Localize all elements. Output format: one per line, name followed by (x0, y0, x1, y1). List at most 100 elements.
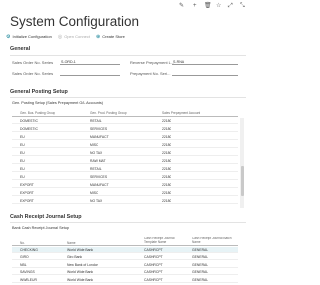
gen-prod-posting-group-cell: RETAIL (90, 119, 102, 123)
bank-no-cell[interactable]: WWB-EUR (20, 278, 37, 282)
gen-bus-posting-group-cell: DOMESTIC (20, 119, 38, 123)
sales-prepayment-account-cell[interactable]: 22180 (162, 119, 171, 123)
reverse-prepayment-field[interactable]: S-RNA (172, 59, 238, 65)
initialize-configuration-button[interactable]: ⚙ Initialize Configuration (6, 34, 52, 40)
bank-name-cell: World Wide Bank (67, 270, 94, 275)
table-row[interactable]: GIRO Giro Bank CASHRCPT GENERAL (12, 254, 238, 261)
col-gen-bus-posting-group[interactable]: Gen. Bus. Posting Group (20, 111, 55, 115)
posting-grid: Gen. Bus. Posting Group Gen. Prod. Posti… (12, 110, 238, 206)
gen-prod-posting-group-cell: MISC (90, 191, 99, 195)
gen-prod-posting-group-cell: RETAIL (90, 167, 102, 171)
sales-prepayment-account-cell[interactable]: 22180 (162, 199, 171, 203)
table-row[interactable]: EXPORT NO TAX 22180 (12, 198, 238, 204)
bank-no-cell[interactable]: CHECKING (20, 248, 38, 252)
gen-prod-posting-group-cell: SERVICES (90, 175, 108, 179)
cash-section-title: Cash Receipt Journal Setup (10, 214, 82, 220)
posting-scrollbar[interactable] (240, 118, 244, 208)
col-name[interactable]: Name (67, 241, 76, 245)
cash-grid: No. Name Cash Receipt Journal Template N… (12, 236, 238, 285)
col-no[interactable]: No. (20, 241, 25, 245)
template-name-cell: CASHRCPT (144, 270, 163, 275)
sales-prepayment-account-cell[interactable]: 22180 (162, 183, 171, 187)
sales-order-series-2-field[interactable] (60, 70, 120, 76)
sales-prepayment-account-cell[interactable]: 22180 (162, 151, 171, 155)
add-store-icon: ⊕ (96, 33, 101, 40)
sales-prepayment-account-cell[interactable]: 22180 (162, 167, 171, 171)
table-row[interactable]: SAVINGS World Wide Bank CASHRCPT GENERAL (12, 269, 238, 276)
table-row[interactable]: DOMESTIC SERVICES 22180 (12, 126, 238, 132)
collapse-icon[interactable]: ⤡ (240, 2, 245, 10)
open-connect-label: Open Connect (64, 34, 91, 39)
connect-icon: ◎ (57, 33, 63, 40)
bank-name-cell: World Wide Bank (67, 277, 94, 282)
sales-order-series-2-label: Sales Order No. Series (12, 71, 54, 76)
table-row[interactable]: EU MANUFACT 22180 (12, 134, 238, 140)
gen-bus-posting-group-cell: EXPORT (20, 191, 34, 195)
gen-bus-posting-group-cell: EU (20, 175, 25, 179)
table-row[interactable]: EXPORT MANUFACT 22180 (12, 182, 238, 188)
reverse-prepayment-label: Reverse Prepayment L... (130, 60, 175, 65)
general-divider (10, 55, 246, 56)
posting-divider (10, 97, 246, 98)
bookmark-icon[interactable]: ☆ (216, 2, 221, 10)
sales-prepayment-account-cell[interactable]: 22180 (162, 143, 171, 147)
bank-no-cell[interactable]: SAVINGS (20, 270, 35, 274)
prepayment-series-field[interactable] (172, 70, 238, 76)
table-row[interactable]: CHECKING World Wide Bank CASHRCPT GENERAL (12, 247, 238, 253)
table-row[interactable]: EU NO TAX 22180 (12, 150, 238, 156)
gen-bus-posting-group-cell: EU (20, 159, 25, 163)
bank-no-cell[interactable]: GIRO (20, 255, 29, 259)
gen-bus-posting-group-cell: EXPORT (20, 199, 34, 203)
create-store-button[interactable]: ⊕ Create Store (96, 34, 125, 40)
table-row[interactable]: EU SERVICES 22180 (12, 174, 238, 180)
gen-bus-posting-group-cell: EXPORT (20, 183, 34, 187)
page-title: System Configuration (10, 14, 140, 29)
table-row[interactable]: EU RETAIL 22180 (12, 166, 238, 172)
col-gen-prod-posting-group[interactable]: Gen. Prod. Posting Group (90, 111, 127, 115)
batch-name-cell: GENERAL (192, 270, 209, 275)
bank-name-cell: Giro Bank (67, 255, 83, 260)
table-row[interactable]: EXPORT MISC 22180 (12, 190, 238, 196)
add-icon[interactable]: + (193, 2, 197, 10)
table-row[interactable]: DOMESTIC RETAIL 22180 (12, 118, 238, 124)
delete-icon[interactable]: 🗑 (204, 2, 212, 10)
table-row[interactable]: NBL New Bank of London CASHRCPT GENERAL (12, 262, 238, 268)
open-connect-button[interactable]: ◎ Open Connect (58, 34, 90, 40)
template-name-cell: CASHRCPT (144, 255, 163, 260)
template-name-cell: CASHRCPT (144, 277, 163, 282)
col-template-name[interactable]: Cash Receipt Journal Template Name (144, 237, 184, 244)
edit-icon[interactable]: ✎ (179, 2, 184, 10)
sales-prepayment-account-cell[interactable]: 22180 (162, 135, 171, 139)
gen-bus-posting-group-cell: EU (20, 143, 25, 147)
gen-prod-posting-group-cell: NO TAX (90, 199, 103, 203)
gen-bus-posting-group-cell: EU (20, 135, 25, 139)
sales-prepayment-account-cell[interactable]: 22180 (162, 159, 171, 163)
bank-name-cell: New Bank of London (67, 262, 99, 267)
table-row[interactable]: WWB-EUR World Wide Bank CASHRCPT GENERAL (12, 277, 238, 283)
posting-scrollbar-thumb[interactable] (240, 166, 244, 196)
sales-prepayment-account-cell[interactable]: 22180 (162, 191, 171, 195)
action-bar: ⚙ Initialize Configuration ◎ Open Connec… (6, 32, 125, 41)
prepayment-series-label: Prepayment No. Seri... (130, 71, 171, 76)
col-batch-name[interactable]: Cash Receipt Journal Batch Name (192, 237, 236, 244)
batch-name-cell: GENERAL (192, 277, 209, 282)
table-row[interactable]: EU RAW MAT 22180 (12, 158, 238, 164)
table-row[interactable]: EU MISC 22180 (12, 142, 238, 148)
posting-grid-caption: Gen. Posting Setup (Sales Prepayment G/L… (12, 101, 104, 105)
bank-name-cell: World Wide Bank (67, 248, 94, 252)
gen-prod-posting-group-cell: MANUFACT (90, 183, 109, 187)
gen-prod-posting-group-cell: MANUFACT (90, 135, 109, 139)
bank-no-cell[interactable]: NBL (20, 263, 27, 267)
sales-order-series-label: Sales Order No. Series (12, 60, 54, 65)
col-sales-prepayment-account[interactable]: Sales Prepayment Account (162, 111, 200, 115)
template-name-cell: CASHRCPT (144, 262, 163, 267)
gear-icon: ⚙ (6, 33, 11, 40)
sales-prepayment-account-cell[interactable]: 22180 (162, 175, 171, 179)
batch-name-cell: GENERAL (192, 255, 209, 260)
sales-prepayment-account-cell[interactable]: 22180 (162, 127, 171, 131)
page-toolbar: ✎ + 🗑 ☆ ⤢ ⤡ (0, 0, 256, 13)
batch-name-cell: GENERAL (192, 248, 209, 252)
sales-order-series-field[interactable]: S-ORD-1 (60, 59, 120, 65)
create-store-label: Create Store (102, 34, 125, 39)
expand-icon[interactable]: ⤢ (228, 2, 233, 10)
